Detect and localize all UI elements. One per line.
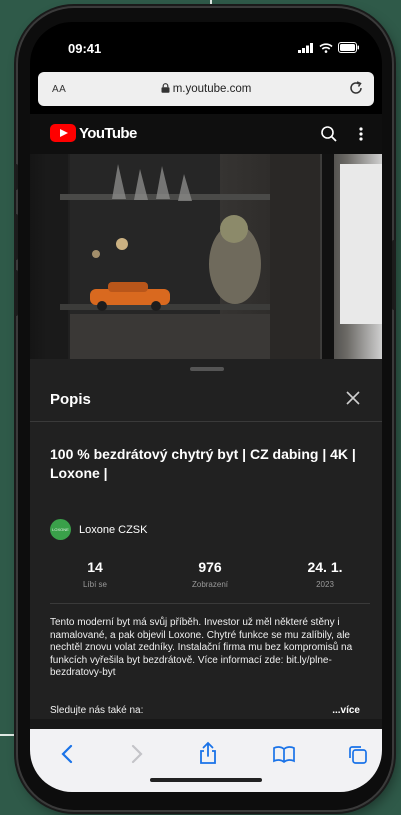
status-time: 09:41 xyxy=(68,41,102,56)
youtube-wordmark: YouTube xyxy=(79,124,137,142)
panel-bottom xyxy=(30,719,382,729)
video-title: 100 % bezdrátový chytrý byt | CZ dabing … xyxy=(50,446,356,481)
views-stat: 976 Zobrazení xyxy=(165,559,255,589)
panel-title: Popis xyxy=(50,391,91,408)
video-stats: 14 Líbí se 976 Zobrazení 24. 1. 2023 xyxy=(50,559,370,595)
channel-row[interactable]: LOXONE Loxone CZSK xyxy=(50,519,147,540)
likes-count: 14 xyxy=(87,559,103,575)
power-button xyxy=(392,240,396,310)
youtube-header: YouTube xyxy=(30,114,382,154)
panel-header: Popis xyxy=(30,379,382,422)
description-panel: Popis 100 % bezdrátový chytrý byt | CZ d… xyxy=(30,359,382,719)
book-icon[interactable] xyxy=(272,745,296,763)
views-label: Zobrazení xyxy=(191,580,229,589)
tabs-icon[interactable] xyxy=(348,745,368,765)
channel-name[interactable]: Loxone CZSK xyxy=(79,524,147,536)
likes-stat: 14 Líbí se xyxy=(50,559,140,589)
video-thumbnail xyxy=(48,154,382,359)
text-size-button[interactable]: AA xyxy=(52,84,66,95)
likes-label: Líbí se xyxy=(82,580,107,589)
video-player[interactable] xyxy=(30,154,382,359)
publish-date: 24. 1. xyxy=(307,559,343,575)
date-stat: 24. 1. 2023 xyxy=(280,559,370,589)
search-icon[interactable] xyxy=(320,125,338,143)
show-more-link[interactable]: ...více xyxy=(332,705,360,716)
reload-icon[interactable] xyxy=(348,80,364,96)
url-text: m.youtube.com xyxy=(172,83,252,95)
channel-avatar[interactable]: LOXONE xyxy=(50,519,71,540)
wifi-icon xyxy=(319,42,333,53)
youtube-play-icon xyxy=(50,124,76,142)
silent-switch xyxy=(14,164,18,190)
url-display[interactable]: m.youtube.com xyxy=(38,83,374,95)
signal-icon xyxy=(298,42,313,53)
chevron-left-icon[interactable] xyxy=(60,744,74,764)
youtube-logo[interactable]: YouTube xyxy=(50,124,137,142)
home-indicator xyxy=(150,778,262,782)
chevron-right-icon[interactable] xyxy=(130,744,144,764)
close-icon[interactable] xyxy=(344,389,362,407)
share-icon[interactable] xyxy=(198,741,218,765)
lock-icon xyxy=(161,83,170,93)
status-icons xyxy=(298,42,360,53)
safari-toolbar xyxy=(30,729,382,792)
battery-icon xyxy=(338,42,359,53)
video-description: Tento moderní byt má svůj příběh. Invest… xyxy=(50,617,353,678)
more-vert-icon[interactable] xyxy=(358,125,364,143)
follow-text: Sledujte nás také na: xyxy=(50,705,144,716)
views-count: 976 xyxy=(198,559,222,575)
divider xyxy=(50,603,370,604)
phone-screen: 09:41 AA m.youtube.com YouTube Popis 100… xyxy=(30,22,382,792)
volume-down-button xyxy=(14,270,18,316)
publish-year: 2023 xyxy=(316,580,334,589)
address-bar[interactable]: AA m.youtube.com xyxy=(38,72,374,106)
drag-handle[interactable] xyxy=(190,367,224,371)
status-bar: 09:41 xyxy=(30,22,382,72)
volume-up-button xyxy=(14,214,18,260)
